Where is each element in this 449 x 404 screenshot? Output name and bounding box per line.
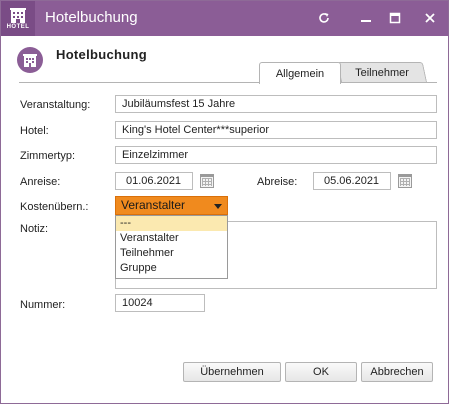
veranstaltung-label: Veranstaltung: [20, 99, 91, 111]
ok-button[interactable]: OK [285, 362, 357, 382]
page-title: Hotelbuchung [56, 47, 147, 62]
anreise-date-field[interactable]: 01.06.2021 [115, 172, 193, 190]
hotel-building-icon [23, 53, 37, 67]
veranstaltung-field[interactable]: Jubiläumsfest 15 Jahre [115, 95, 437, 113]
tab-teilnehmer[interactable]: Teilnehmer [336, 62, 428, 83]
hotelbuchung-window: HOTEL Hotelbuchung Hotelbuchung Teilnehm… [0, 0, 449, 404]
zimmertyp-label: Zimmertyp: [20, 150, 75, 162]
maximize-button[interactable] [382, 6, 408, 30]
calendar-icon[interactable] [200, 174, 214, 188]
tab-divider [19, 82, 437, 83]
title-bar[interactable]: HOTEL Hotelbuchung [1, 1, 448, 36]
hotel-label: Hotel: [20, 125, 49, 137]
abbrechen-button[interactable]: Abbrechen [361, 362, 433, 382]
nummer-field[interactable]: 10024 [115, 294, 205, 312]
tab-allgemein[interactable]: Allgemein [259, 62, 341, 84]
hotel-app-icon: HOTEL [1, 1, 35, 36]
calendar-icon[interactable] [398, 174, 412, 188]
kostenuebernahme-select[interactable]: Veranstalter [115, 196, 228, 215]
close-button[interactable] [417, 6, 443, 30]
refresh-button[interactable] [311, 6, 337, 30]
close-icon [425, 13, 435, 23]
tab-label: Allgemein [275, 67, 325, 80]
kostenuebernahme-label: Kostenübern.: [20, 201, 89, 213]
minimize-button[interactable] [353, 6, 379, 30]
uebernehmen-button[interactable]: Übernehmen [183, 362, 281, 382]
abreise-label: Abreise: [257, 176, 298, 188]
minimize-icon [361, 20, 371, 22]
tab-label: Teilnehmer [355, 67, 410, 79]
window-title: Hotelbuchung [45, 9, 138, 26]
dropdown-option[interactable]: Veranstalter [116, 231, 227, 246]
maximize-icon [389, 12, 401, 24]
dropdown-option[interactable]: Gruppe [116, 261, 227, 276]
hotel-header-icon [17, 47, 43, 73]
dropdown-option[interactable]: --- [116, 216, 227, 231]
select-value: Veranstalter [121, 198, 186, 212]
kostenuebernahme-dropdown-list: --- Veranstalter Teilnehmer Gruppe [115, 215, 228, 279]
abreise-date-field[interactable]: 05.06.2021 [313, 172, 391, 190]
nummer-label: Nummer: [20, 299, 66, 311]
app-icon-label: HOTEL [6, 24, 30, 30]
hotel-field[interactable]: King's Hotel Center***superior [115, 121, 437, 139]
dropdown-option[interactable]: Teilnehmer [116, 246, 227, 261]
hotel-building-icon [10, 8, 26, 23]
anreise-label: Anreise: [20, 176, 61, 188]
notiz-label: Notiz: [20, 223, 49, 235]
refresh-icon [319, 13, 329, 23]
zimmertyp-field[interactable]: Einzelzimmer [115, 146, 437, 164]
chevron-down-icon[interactable] [214, 204, 222, 209]
